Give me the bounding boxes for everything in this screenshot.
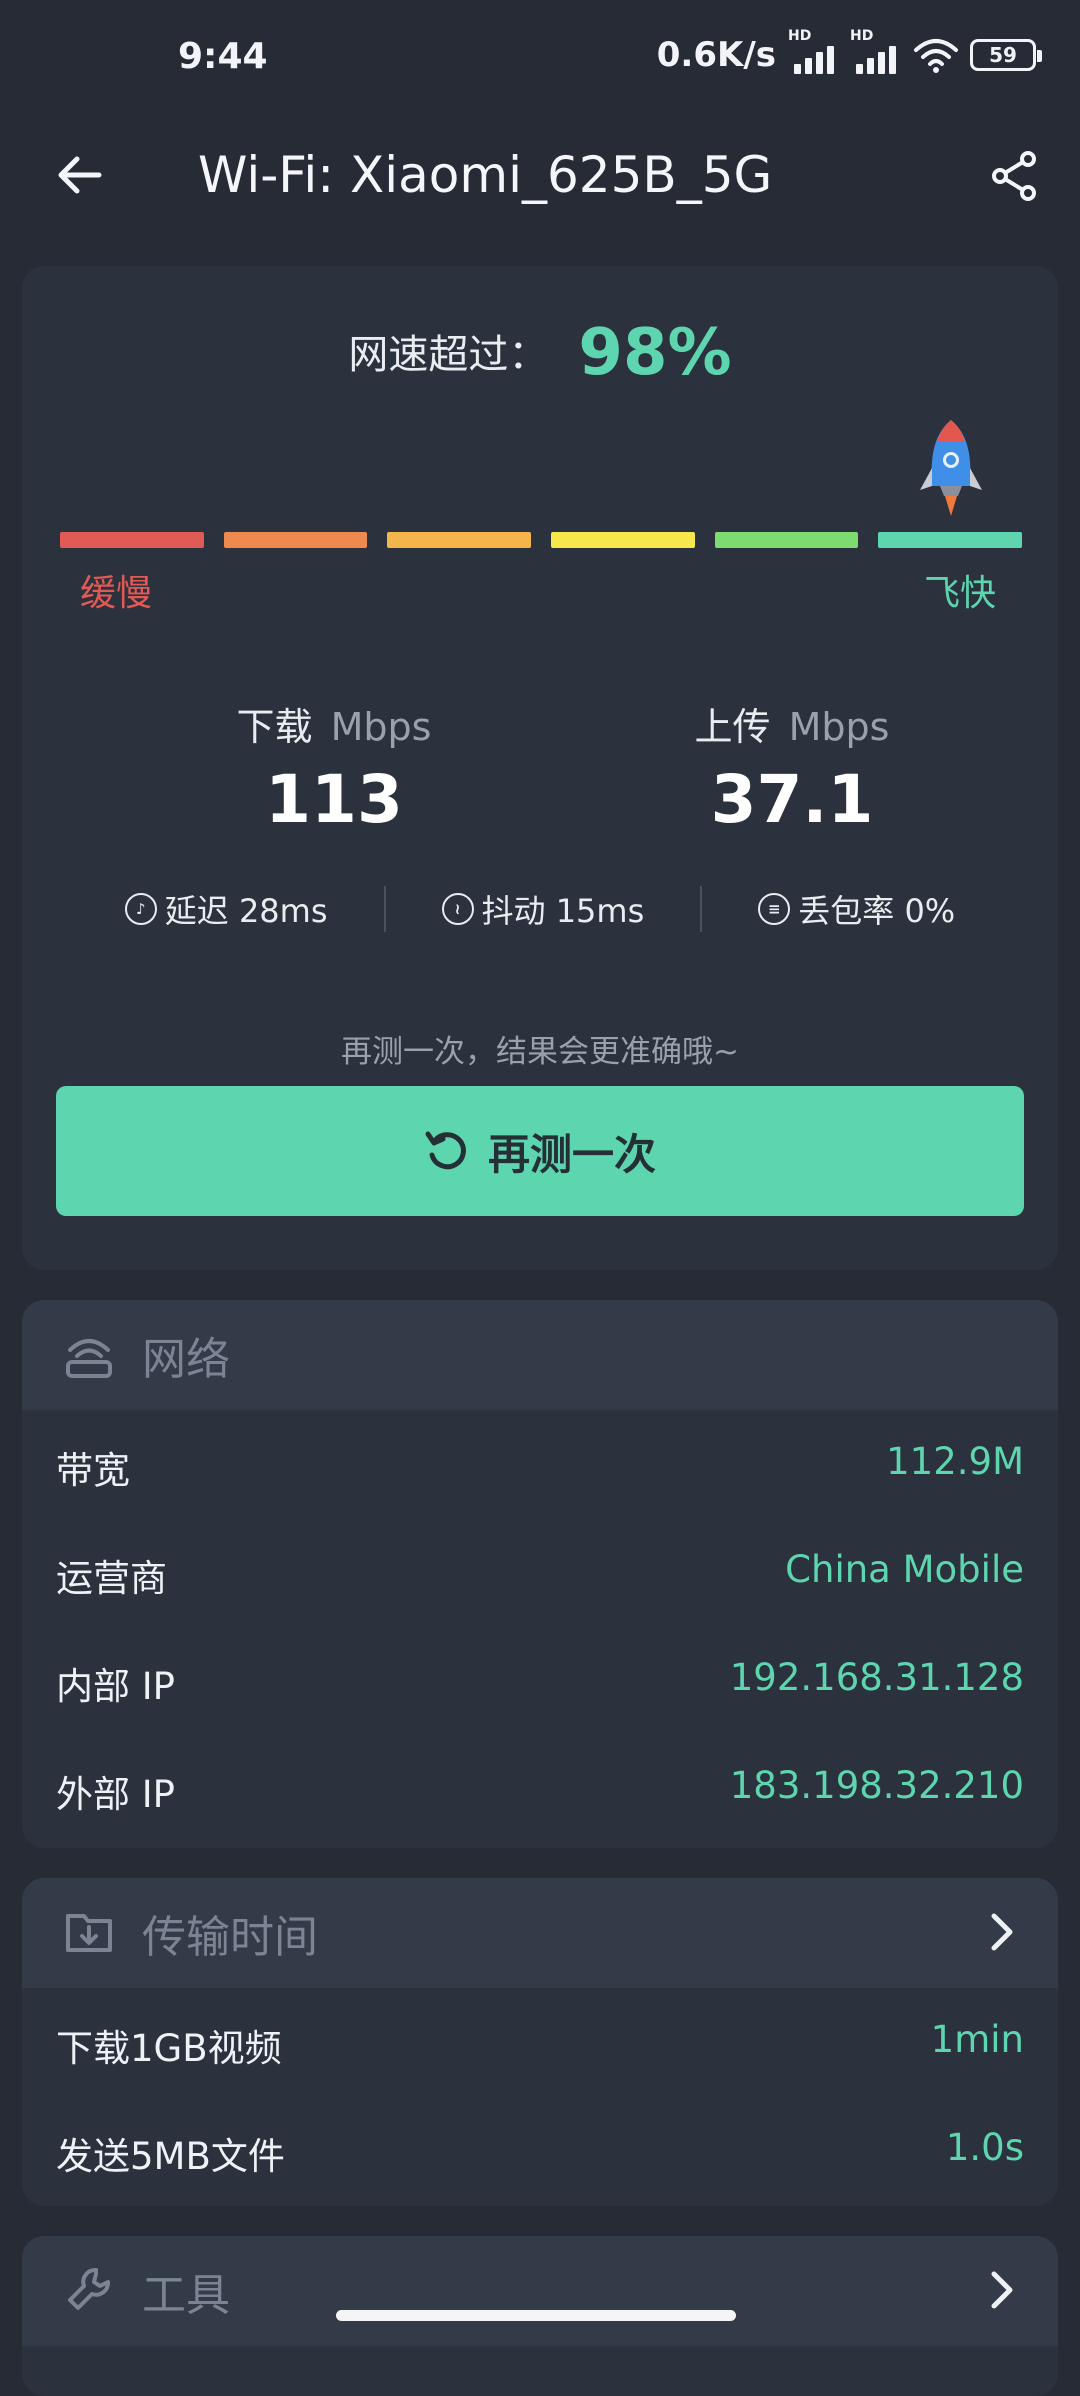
status-indicators: 0.6K/s HD HD 59	[656, 28, 1042, 76]
network-row-bandwidth: 带宽 112.9M	[22, 1410, 1058, 1518]
scale-segment	[551, 532, 695, 548]
row-key: 内部 IP	[56, 1665, 175, 1708]
download-folder-icon	[66, 1914, 112, 1952]
scale-segment	[223, 532, 368, 548]
hd-label: HD	[788, 28, 812, 44]
upload-label: 上传	[694, 705, 771, 749]
divider	[383, 886, 386, 932]
percentile-value: 98%	[578, 316, 732, 390]
cell-signal-icon: HD	[850, 28, 902, 76]
download-unit: Mbps	[330, 705, 432, 749]
cell-signal-icon: HD	[788, 28, 840, 76]
transfer-row-file: 发送5MB文件 1.0s	[22, 2096, 1058, 2204]
status-bar: 9:44 0.6K/s HD HD 59	[0, 0, 1080, 120]
refresh-icon	[425, 1131, 466, 1170]
upload-value: 37.1	[710, 761, 874, 838]
transfer-title: 传输时间	[142, 1912, 318, 1963]
chevron-right-icon	[991, 2271, 1013, 2309]
scale-slow-label: 缓慢	[80, 573, 153, 614]
wifi-icon	[914, 39, 958, 73]
latency-stat: ♪ 延迟 28ms	[124, 886, 328, 932]
percentile-line: 网速超过： 98%	[22, 316, 1058, 390]
row-key: 发送5MB文件	[56, 2135, 285, 2178]
rocket-icon	[920, 420, 982, 516]
router-icon	[66, 1339, 112, 1378]
row-key: 外部 IP	[56, 1773, 175, 1816]
hd-label: HD	[850, 28, 874, 44]
network-row-internal-ip: 内部 IP 192.168.31.128	[22, 1626, 1058, 1734]
quality-stats: ♪ 延迟 28ms ≀ 抖动 15ms ≡ 丢包率 0%	[22, 886, 1058, 932]
home-indicator[interactable]	[336, 2310, 736, 2321]
transfer-time-card[interactable]: 传输时间 下载1GB视频 1min 发送5MB文件 1.0s	[22, 1878, 1058, 2206]
chevron-right-icon	[991, 1913, 1013, 1951]
battery-icon: 59	[970, 39, 1042, 71]
speed-result-card: 网速超过： 98% 缓慢 飞快 下载 Mbps 113 上传 Mbps 37.1 …	[22, 266, 1058, 1270]
jitter-icon: ≀	[441, 893, 474, 925]
latency-icon: ♪	[124, 893, 157, 925]
status-time: 9:44	[178, 36, 268, 77]
back-button[interactable]	[44, 140, 114, 210]
percentile-label: 网速超过：	[348, 332, 549, 378]
scale-segment	[714, 532, 859, 548]
row-value: 112.9M	[886, 1440, 1024, 1483]
retest-hint: 再测一次，结果会更准确哦~	[341, 1034, 739, 1070]
packet-loss-icon: ≡	[758, 893, 791, 925]
row-key: 运营商	[56, 1557, 167, 1600]
download-label: 下载	[236, 705, 313, 749]
row-key: 带宽	[56, 1449, 130, 1492]
jitter-stat: ≀ 抖动 15ms	[441, 886, 645, 932]
row-value: 183.198.32.210	[729, 1764, 1024, 1807]
page-title: Wi-Fi: Xiaomi_625B_5G	[198, 146, 773, 204]
network-header: 网络	[22, 1300, 1058, 1410]
wrench-icon	[68, 2268, 110, 2310]
download-metric: 下载 Mbps 113	[154, 696, 514, 838]
row-key: 下载1GB视频	[56, 2027, 282, 2070]
transfer-row-video: 下载1GB视频 1min	[22, 1988, 1058, 2096]
latency-text: 延迟 28ms	[164, 892, 328, 930]
jitter-text: 抖动 15ms	[481, 892, 645, 930]
scale-segment	[60, 532, 204, 548]
share-button[interactable]	[974, 136, 1054, 216]
upload-unit: Mbps	[788, 705, 890, 749]
row-value: 1min	[930, 2018, 1024, 2061]
network-card: 网络 带宽 112.9M 运营商 China Mobile 内部 IP 192.…	[22, 1300, 1058, 1848]
network-speed: 0.6K/s	[656, 35, 776, 75]
transfer-header[interactable]: 传输时间	[22, 1878, 1058, 1988]
network-row-carrier: 运营商 China Mobile	[22, 1518, 1058, 1626]
row-value: 192.168.31.128	[729, 1656, 1024, 1699]
tools-title: 工具	[142, 2270, 230, 2321]
scale-fast-label: 飞快	[923, 573, 996, 614]
row-value: China Mobile	[785, 1548, 1024, 1591]
packet-loss-text: 丢包率 0%	[798, 892, 956, 930]
arrow-left-icon	[58, 156, 102, 194]
retest-label: 再测一次	[487, 1129, 656, 1179]
share-icon	[992, 151, 1036, 201]
row-value: 1.0s	[945, 2126, 1024, 2169]
divider	[700, 886, 703, 932]
packet-loss-stat: ≡ 丢包率 0%	[758, 886, 955, 932]
download-value: 113	[265, 761, 403, 838]
upload-metric: 上传 Mbps 37.1	[612, 696, 972, 838]
tools-header[interactable]: 工具	[22, 2236, 1058, 2346]
app-bar: Wi-Fi: Xiaomi_625B_5G	[0, 120, 1080, 250]
network-row-external-ip: 外部 IP 183.198.32.210	[22, 1734, 1058, 1842]
retest-button[interactable]: 再测一次	[56, 1086, 1024, 1216]
network-title: 网络	[142, 1334, 230, 1385]
scale-segment	[878, 532, 1023, 548]
scale-segment	[387, 532, 532, 548]
speed-scale	[60, 532, 1023, 548]
